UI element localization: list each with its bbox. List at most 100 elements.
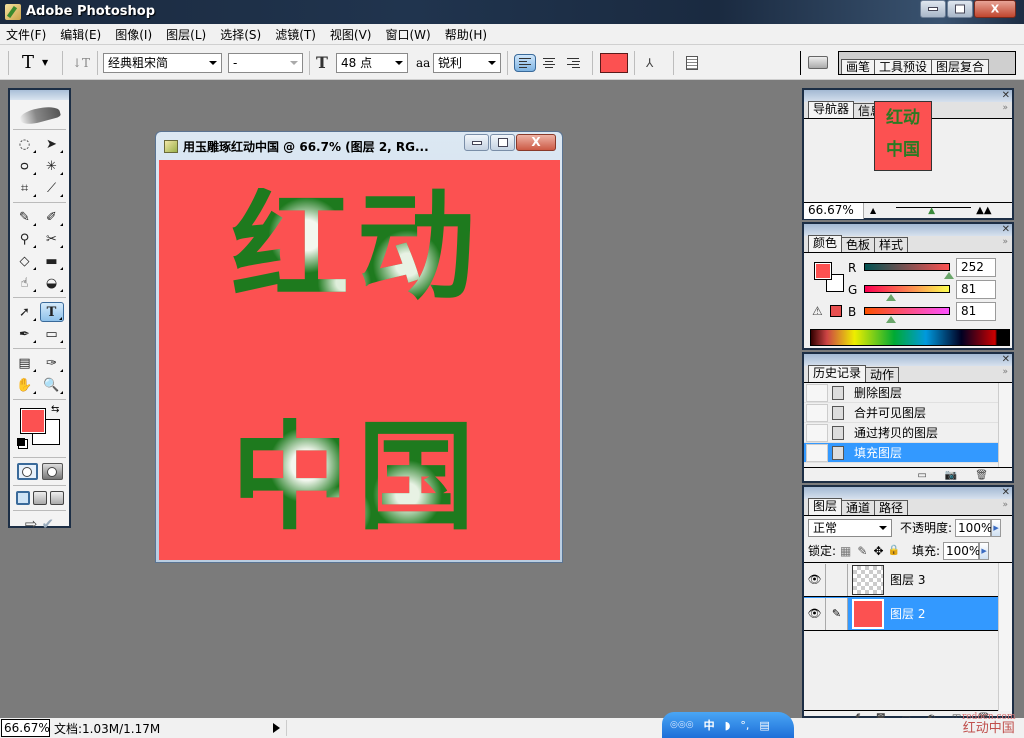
eyedropper-tool[interactable]: ✑ bbox=[40, 353, 64, 373]
history-item-selected[interactable]: 填充图层 bbox=[804, 443, 998, 463]
font-family-select[interactable]: 经典粗宋简 bbox=[103, 52, 222, 73]
zoom-in-icon[interactable]: ▲▲ bbox=[976, 205, 991, 216]
close-button[interactable]: X bbox=[974, 0, 1016, 18]
font-size-select[interactable]: 48 点 bbox=[336, 52, 408, 73]
tab-layers[interactable]: 图层 bbox=[808, 498, 843, 515]
menu-select[interactable]: 选择(S) bbox=[220, 26, 261, 43]
image-canvas[interactable]: 红动 中国 bbox=[159, 160, 560, 560]
dodge-tool[interactable]: ◒ bbox=[40, 273, 64, 293]
panel-menu-icon[interactable]: » bbox=[1002, 237, 1008, 247]
lock-position-icon[interactable]: ✥ bbox=[873, 544, 883, 558]
move-tool[interactable]: ➤ bbox=[40, 134, 64, 154]
swap-colors-icon[interactable]: ⇆ bbox=[51, 404, 59, 415]
minimize-button[interactable] bbox=[920, 0, 946, 18]
text-color-swatch[interactable] bbox=[600, 52, 628, 73]
well-tab-tool-presets[interactable]: 工具预设 bbox=[874, 58, 933, 74]
toolbox-header[interactable] bbox=[10, 90, 69, 100]
eraser-tool[interactable]: ◇ bbox=[13, 251, 37, 271]
history-brush-tool[interactable]: ✂ bbox=[40, 229, 64, 249]
layer-name[interactable]: 图层 2 bbox=[890, 605, 925, 622]
checkmark-icon[interactable]: ✔ bbox=[42, 515, 55, 533]
ime-punctuation-icon[interactable]: °, bbox=[740, 719, 749, 732]
standard-mode-button[interactable] bbox=[16, 463, 38, 480]
r-value-field[interactable]: 252 bbox=[956, 258, 996, 277]
smudge-tool[interactable]: ☝ bbox=[13, 273, 37, 293]
font-style-select[interactable]: - bbox=[228, 52, 303, 73]
panel-menu-icon[interactable]: » bbox=[1002, 367, 1008, 377]
slice-tool[interactable]: ⟋ bbox=[40, 178, 64, 198]
layers-scrollbar[interactable] bbox=[998, 563, 1012, 711]
hand-tool[interactable]: ✋ bbox=[13, 375, 37, 395]
menu-image[interactable]: 图像(I) bbox=[115, 26, 152, 43]
warp-text-button[interactable]: ⅄ bbox=[646, 45, 653, 80]
zoom-slider[interactable]: ▲ bbox=[876, 203, 976, 219]
history-scrollbar[interactable] bbox=[998, 383, 1012, 467]
b-slider[interactable] bbox=[864, 307, 950, 315]
slider-thumb[interactable]: ▲ bbox=[928, 206, 935, 216]
type-tool[interactable]: T bbox=[39, 302, 64, 322]
close-icon[interactable]: ✕ bbox=[1002, 354, 1010, 366]
tab-color[interactable]: 颜色 bbox=[808, 235, 843, 252]
shape-tool[interactable]: ▭ bbox=[40, 324, 64, 344]
text-orientation-button[interactable]: ↓T bbox=[72, 45, 90, 80]
menu-view[interactable]: 视图(V) bbox=[330, 26, 372, 43]
color-spectrum-bar[interactable] bbox=[810, 329, 1010, 346]
align-right-button[interactable] bbox=[562, 54, 584, 72]
navigator-zoom-field[interactable]: 66.67% bbox=[804, 202, 864, 219]
panel-menu-icon[interactable]: » bbox=[1002, 500, 1008, 510]
lasso-tool[interactable]: ᴑ bbox=[13, 156, 37, 176]
close-icon[interactable]: ✕ bbox=[1002, 224, 1010, 236]
path-selection-tool[interactable]: ➚ bbox=[13, 302, 37, 322]
close-icon[interactable]: ✕ bbox=[1002, 487, 1010, 499]
menu-filter[interactable]: 滤镜(T) bbox=[275, 26, 316, 43]
doc-minimize-button[interactable] bbox=[464, 134, 489, 151]
notes-tool[interactable]: ▤ bbox=[13, 353, 37, 373]
full-screen-menu-mode-button[interactable] bbox=[32, 491, 47, 505]
history-item[interactable]: 合并可见图层 bbox=[804, 403, 998, 423]
tab-paths[interactable]: 路径 bbox=[874, 500, 909, 515]
antialias-select[interactable]: 锐利 bbox=[433, 52, 501, 73]
lock-all-icon[interactable]: 🔒 bbox=[888, 545, 900, 556]
ime-softkeyboard-icon[interactable]: ▤ bbox=[759, 719, 769, 732]
well-tab-brushes[interactable]: 画笔 bbox=[841, 58, 876, 74]
align-left-button[interactable] bbox=[514, 53, 536, 72]
restore-button[interactable] bbox=[947, 0, 973, 18]
g-slider[interactable] bbox=[864, 285, 950, 293]
menu-layer[interactable]: 图层(L) bbox=[166, 26, 206, 43]
file-browser-button[interactable] bbox=[808, 45, 828, 80]
standard-screen-mode-button[interactable] bbox=[15, 491, 30, 505]
menu-file[interactable]: 文件(F) bbox=[6, 26, 46, 43]
r-slider-thumb[interactable] bbox=[943, 272, 954, 279]
menu-window[interactable]: 窗口(W) bbox=[385, 26, 430, 43]
brush-tool[interactable]: ✐ bbox=[40, 207, 64, 227]
ime-toolbar[interactable]: ◎◎◎ 中 ◗ °, ▤ bbox=[662, 712, 794, 738]
trash-icon[interactable]: 🗑 bbox=[975, 470, 988, 481]
lock-image-icon[interactable]: ✎ bbox=[857, 544, 867, 558]
tool-preset-picker[interactable]: T ▼ bbox=[22, 45, 48, 80]
default-colors-icon[interactable] bbox=[17, 438, 25, 446]
opacity-field[interactable]: 100% bbox=[955, 518, 992, 537]
menu-edit[interactable]: 编辑(E) bbox=[60, 26, 101, 43]
close-icon[interactable]: ✕ bbox=[1002, 90, 1010, 102]
layer-link-box[interactable] bbox=[826, 563, 848, 596]
status-menu-arrow-icon[interactable] bbox=[273, 723, 280, 733]
visibility-eye-icon[interactable]: 👁 bbox=[804, 563, 826, 596]
crop-tool[interactable]: ⌗ bbox=[13, 178, 37, 198]
marquee-tool[interactable]: ◌ bbox=[13, 134, 37, 154]
new-document-from-state-icon[interactable]: ▭ bbox=[917, 470, 926, 481]
foreground-color-swatch[interactable] bbox=[20, 408, 46, 434]
history-item[interactable]: 通过拷贝的图层 bbox=[804, 423, 998, 443]
layer-row-selected[interactable]: 👁 ✎ 图层 2 bbox=[804, 597, 998, 631]
panel-menu-icon[interactable]: » bbox=[1002, 103, 1008, 113]
navigator-thumbnail[interactable]: 红动 中国 bbox=[874, 101, 932, 171]
layer-name[interactable]: 图层 3 bbox=[890, 571, 925, 588]
tab-swatches[interactable]: 色板 bbox=[841, 237, 876, 252]
menu-help[interactable]: 帮助(H) bbox=[445, 26, 487, 43]
lock-transparency-icon[interactable]: ▦ bbox=[840, 544, 851, 558]
feather-logo[interactable] bbox=[13, 100, 66, 130]
layer-row[interactable]: 👁 图层 3 bbox=[804, 563, 998, 597]
blend-mode-select[interactable]: 正常 bbox=[808, 518, 892, 537]
pen-tool[interactable]: ✒ bbox=[13, 324, 37, 344]
color-fg-swatch[interactable] bbox=[814, 262, 832, 280]
ime-halfwidth-icon[interactable]: ◗ bbox=[725, 719, 731, 732]
